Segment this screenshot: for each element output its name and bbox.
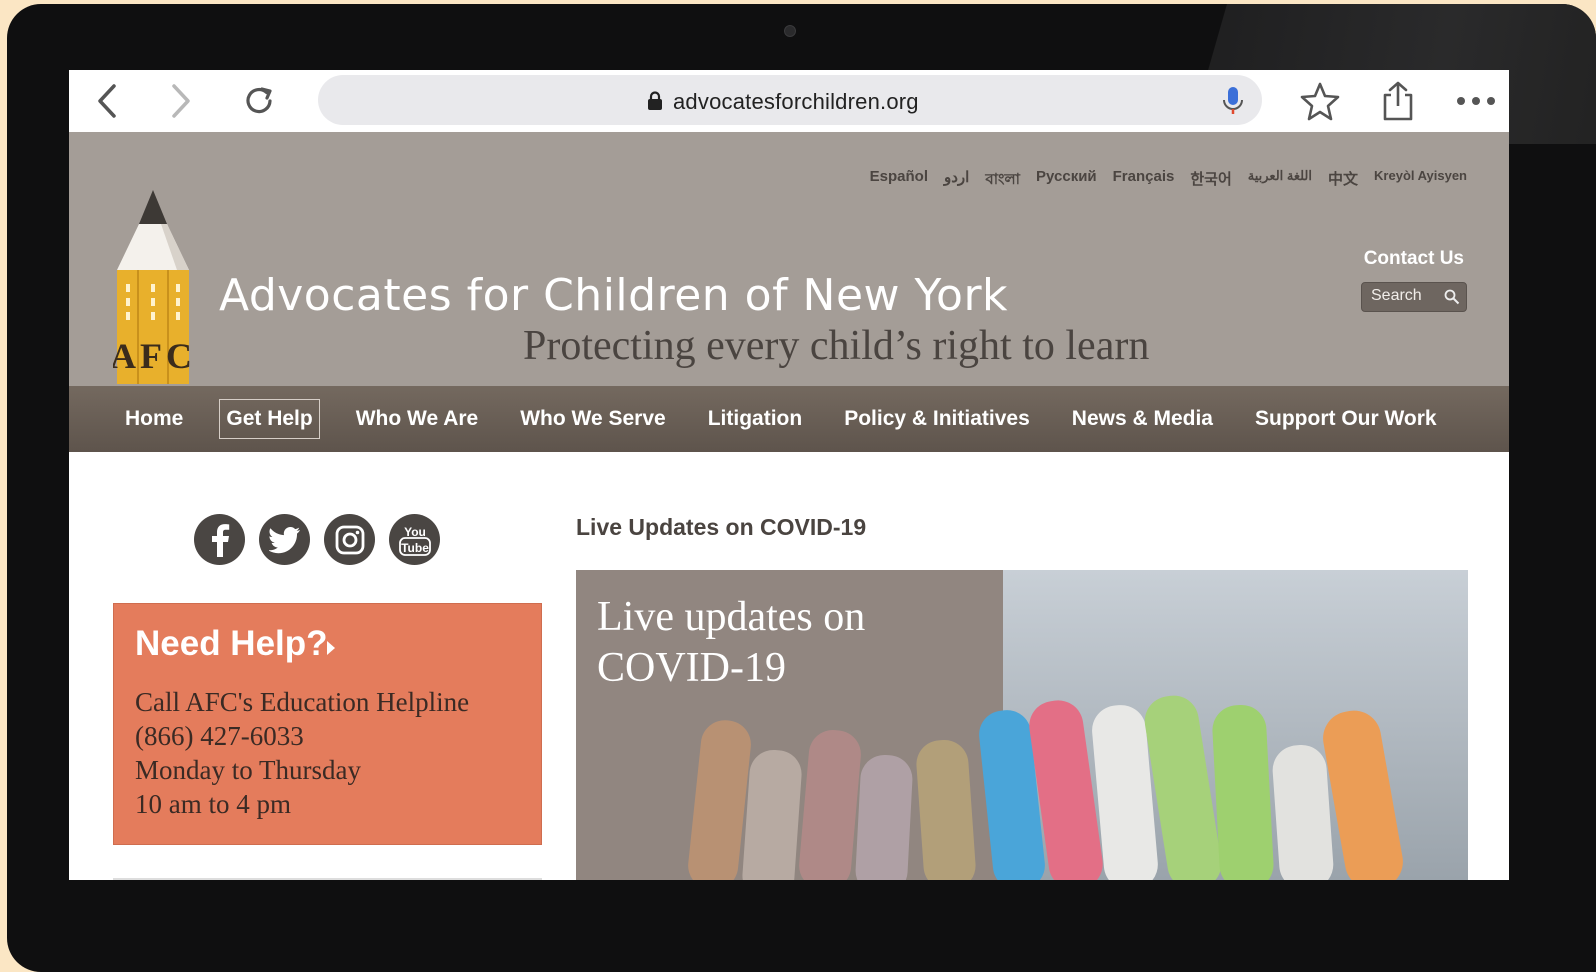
language-link[interactable]: Español	[870, 168, 928, 193]
site-tagline: Protecting every child’s right to learn	[523, 323, 1150, 369]
tablet-frame: advocatesforchildren.org Español اردو বা…	[7, 4, 1596, 972]
helpline-phone[interactable]: (866) 427-6033	[135, 721, 304, 752]
front-camera	[784, 25, 796, 37]
star-icon	[1300, 82, 1340, 121]
youtube-glyph: You Tube	[398, 525, 431, 556]
language-link[interactable]: Français	[1113, 168, 1175, 193]
nav-who-we-serve[interactable]: Who We Serve	[514, 400, 671, 438]
afc-pencil-logo[interactable]: AFC	[113, 188, 193, 386]
youtube-you-text: You	[404, 525, 426, 539]
lock-icon	[648, 91, 662, 110]
twitter-icon[interactable]	[259, 514, 310, 565]
social-links: You Tube	[194, 514, 440, 565]
youtube-tube-text: Tube	[401, 541, 429, 555]
feature-title: Live updates on COVID-19	[597, 592, 865, 694]
search-input[interactable]: Search	[1361, 282, 1467, 312]
language-link[interactable]: বাংলা	[985, 168, 1020, 193]
back-button[interactable]	[87, 81, 127, 121]
bookmark-button[interactable]	[1297, 78, 1343, 124]
instagram-icon[interactable]	[324, 514, 375, 565]
nav-policy-initiatives[interactable]: Policy & Initiatives	[838, 400, 1036, 438]
site-header: Español اردو বাংলা Русский Français 한국어 …	[69, 132, 1509, 386]
nav-litigation[interactable]: Litigation	[702, 400, 808, 438]
twitter-bird-glyph	[268, 526, 300, 553]
language-link[interactable]: 한국어	[1190, 168, 1231, 193]
more-dots-icon	[1457, 97, 1495, 105]
browser-screen: advocatesforchildren.org Español اردو বা…	[69, 70, 1509, 880]
search-icon[interactable]	[1444, 289, 1460, 305]
nav-news-media[interactable]: News & Media	[1066, 400, 1219, 438]
need-help-title[interactable]: Need Help?	[135, 624, 328, 664]
instagram-glyph	[335, 525, 364, 554]
search-placeholder: Search	[1371, 287, 1422, 304]
language-link[interactable]: اللغة العربية	[1248, 168, 1312, 193]
language-menu: Español اردو বাংলা Русский Français 한국어 …	[870, 168, 1467, 193]
share-icon	[1383, 81, 1413, 121]
url-text: advocatesforchildren.org	[673, 89, 919, 114]
helpline-days: Monday to Thursday	[135, 755, 361, 785]
forward-button[interactable]	[161, 81, 201, 121]
nav-get-help[interactable]: Get Help	[219, 399, 320, 439]
language-link[interactable]: اردو	[944, 168, 969, 193]
feature-title-line: COVID-19	[597, 645, 786, 691]
language-link[interactable]: Русский	[1036, 168, 1097, 193]
language-link[interactable]: Kreyòl Ayisyen	[1374, 168, 1467, 193]
reload-icon	[246, 87, 272, 114]
covid-feature-banner[interactable]: Live updates on COVID-19	[576, 570, 1468, 880]
address-bar[interactable]: advocatesforchildren.org	[318, 75, 1262, 125]
chevron-left-icon	[98, 84, 116, 118]
helpline-label: Call AFC's Education Helpline	[135, 687, 470, 717]
nav-support-our-work[interactable]: Support Our Work	[1249, 400, 1443, 438]
divider	[113, 878, 542, 880]
facebook-glyph	[211, 523, 229, 557]
need-help-box[interactable]: Need Help? Call AFC's Education Helpline…	[113, 603, 542, 845]
contact-us-link[interactable]: Contact Us	[1364, 248, 1464, 270]
share-button[interactable]	[1375, 78, 1421, 124]
caret-right-icon	[327, 641, 335, 655]
microphone-icon[interactable]	[1222, 86, 1244, 116]
reload-button[interactable]	[240, 81, 280, 121]
main-navigation: Home Get Help Who We Are Who We Serve Li…	[69, 386, 1509, 452]
feature-title-line: Live updates on	[597, 594, 866, 640]
language-link[interactable]: 中文	[1328, 168, 1358, 193]
youtube-icon[interactable]: You Tube	[389, 514, 440, 565]
helpline-hours: 10 am to 4 pm	[135, 789, 291, 819]
browser-toolbar: advocatesforchildren.org	[69, 70, 1509, 133]
site-title[interactable]: Advocates for Children of New York	[219, 270, 1008, 321]
more-button[interactable]	[1453, 78, 1499, 124]
nav-home[interactable]: Home	[119, 400, 189, 438]
facebook-icon[interactable]	[194, 514, 245, 565]
logo-text: AFC	[113, 336, 193, 376]
nav-who-we-are[interactable]: Who We Are	[350, 400, 485, 438]
covid-section-heading[interactable]: Live Updates on COVID-19	[576, 514, 866, 541]
chevron-right-icon	[172, 84, 190, 118]
